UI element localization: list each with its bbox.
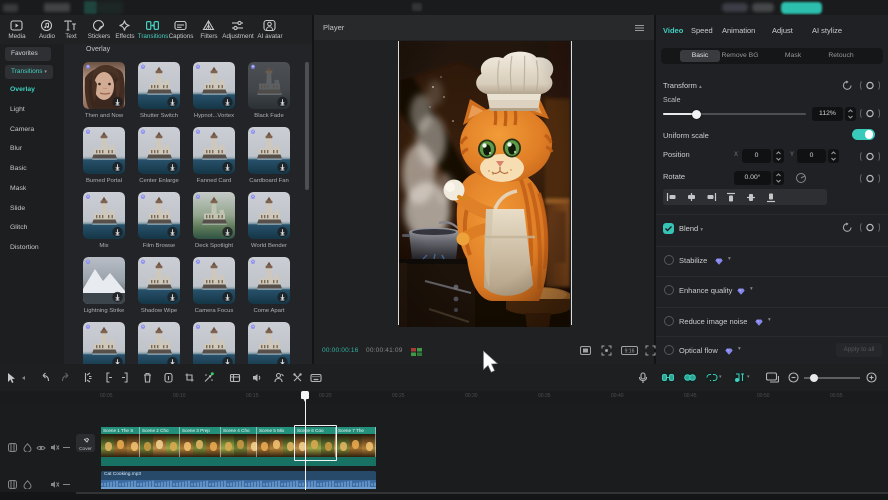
svg-text:Cover: Cover [79, 446, 92, 452]
svg-text:9:16: 9:16 [625, 349, 635, 355]
